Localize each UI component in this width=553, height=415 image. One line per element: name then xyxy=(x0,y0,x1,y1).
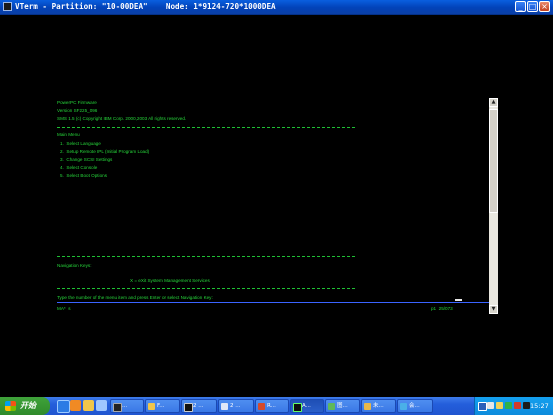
window-title: VTerm - Partition: "10-00DEA" Node: 1*91… xyxy=(15,2,276,11)
separator xyxy=(57,127,355,128)
task-label: F... xyxy=(157,403,165,409)
window-icon xyxy=(221,403,228,410)
task-item[interactable]: 2 ... xyxy=(181,399,217,413)
taskbar: 开始 ... F... 2 ... 2 ... R... A... 图... 未… xyxy=(0,397,553,415)
im-icon[interactable] xyxy=(523,402,530,409)
task-label: 2 ... xyxy=(230,403,241,409)
volume-icon[interactable] xyxy=(496,402,503,409)
network-icon[interactable] xyxy=(505,402,512,409)
start-button[interactable]: 开始 xyxy=(0,397,50,415)
task-label: R... xyxy=(267,403,276,409)
ie-icon[interactable] xyxy=(57,400,70,413)
folder-icon[interactable] xyxy=(83,400,94,411)
vterm-icon xyxy=(293,403,302,412)
status-left: MA* s xyxy=(57,306,71,311)
menu-item-setup-remote-ipl[interactable]: 2. Setup Remote IPL (Initial Program Loa… xyxy=(60,149,149,155)
task-item-active[interactable]: A... xyxy=(290,399,324,413)
paint-icon xyxy=(364,403,371,410)
task-label: A... xyxy=(302,403,311,409)
menu-item-select-language[interactable]: 1. Select Language xyxy=(60,141,101,147)
chat-icon xyxy=(400,403,407,410)
desktop-icon[interactable] xyxy=(96,400,107,411)
terminal-screen[interactable]: PowerPC Firmware Version SF225_096 SMS 1… xyxy=(0,14,553,384)
antivirus-icon[interactable] xyxy=(514,402,521,409)
task-item[interactable]: 会... xyxy=(397,399,433,413)
separator xyxy=(57,288,355,289)
menu-item-select-console[interactable]: 4. Select Console xyxy=(60,165,97,171)
maximize-button[interactable]: □ xyxy=(527,1,538,12)
close-button[interactable]: × xyxy=(539,1,550,12)
status-position: p1 25/073 xyxy=(431,306,453,311)
task-label: ... xyxy=(122,403,128,409)
firmware-title: PowerPC Firmware xyxy=(57,100,97,105)
windows-logo-icon xyxy=(5,401,16,411)
taskbar-clock[interactable]: 15:27 xyxy=(530,397,549,415)
menu-item-change-scsi[interactable]: 3. Change SCSI Settings xyxy=(60,157,112,163)
task-label: 会... xyxy=(409,403,420,409)
task-item[interactable]: F... xyxy=(145,399,180,413)
scroll-thumb[interactable] xyxy=(489,109,498,213)
input-line[interactable] xyxy=(57,302,489,303)
menu-item-select-boot-options[interactable]: 5. Select Boot Options xyxy=(60,173,107,179)
media-icon[interactable] xyxy=(70,400,81,411)
navigation-keys-title: Navigation Keys: xyxy=(57,263,92,268)
lang-icon[interactable] xyxy=(478,402,487,411)
start-label: 开始 xyxy=(20,401,36,410)
help-icon[interactable] xyxy=(487,402,494,409)
copyright-line: SMS 1.5 (c) Copyright IBM Corp. 2000,200… xyxy=(57,116,187,121)
cmd-icon xyxy=(184,403,193,412)
task-item[interactable]: 图... xyxy=(325,399,360,413)
vterm-app-icon[interactable] xyxy=(3,2,12,11)
title-bar[interactable]: VTerm - Partition: "10-00DEA" Node: 1*91… xyxy=(0,0,553,15)
task-item[interactable]: ... xyxy=(110,399,144,413)
scroll-up-arrow-icon[interactable]: ▲ xyxy=(489,98,498,107)
vertical-scrollbar[interactable]: ▲ ▼ xyxy=(489,98,498,314)
task-label: 图... xyxy=(337,403,348,409)
task-item[interactable]: 2 ... xyxy=(218,399,254,413)
app-icon xyxy=(258,403,265,410)
task-label: 未... xyxy=(373,403,384,409)
image-icon xyxy=(328,403,335,410)
task-item[interactable]: R... xyxy=(255,399,289,413)
terminal-icon xyxy=(113,403,122,412)
task-item[interactable]: 未... xyxy=(361,399,396,413)
task-label: 2 ... xyxy=(193,403,204,409)
navigation-exit-hint: X = eXit System Management Services xyxy=(130,278,210,283)
minimize-button[interactable]: _ xyxy=(515,1,526,12)
command-prompt: Type the number of the menu item and pre… xyxy=(57,295,213,300)
text-cursor xyxy=(455,299,462,301)
main-menu-title: Main Menu xyxy=(57,132,80,137)
scroll-down-arrow-icon[interactable]: ▼ xyxy=(489,305,498,314)
separator xyxy=(57,256,355,257)
firmware-version: Version SF225_096 xyxy=(57,108,98,113)
folder-icon xyxy=(148,403,155,410)
